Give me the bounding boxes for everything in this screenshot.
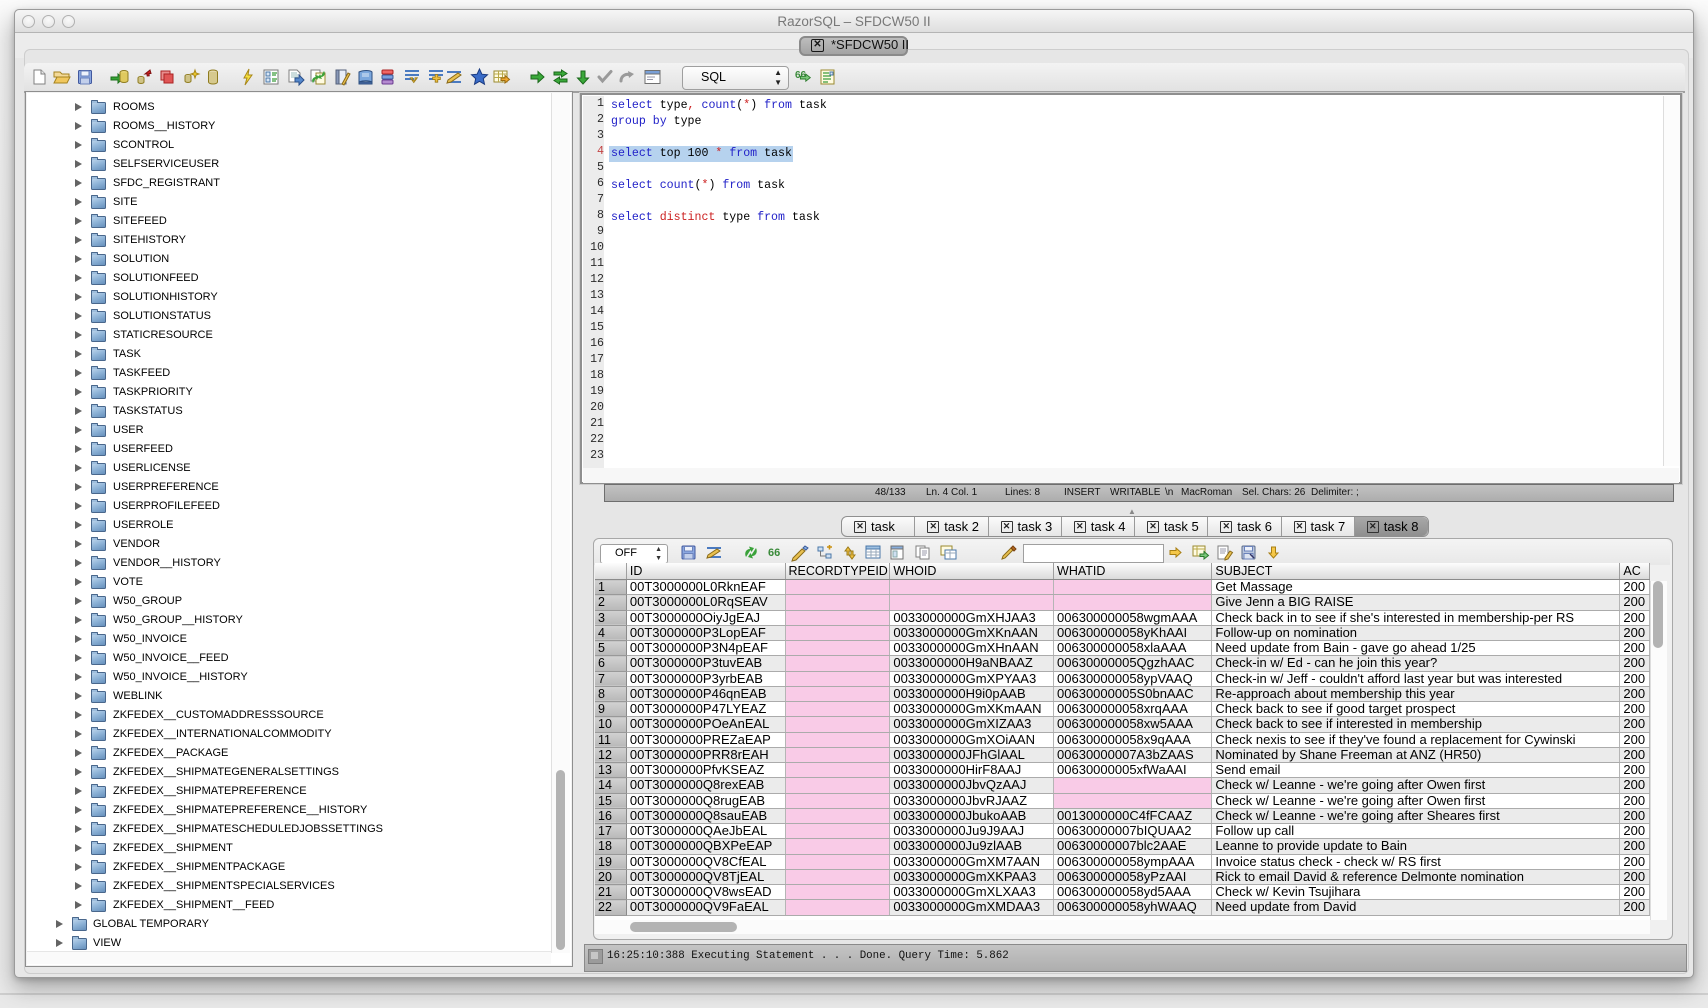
svg-text:66: 66: [768, 547, 780, 559]
